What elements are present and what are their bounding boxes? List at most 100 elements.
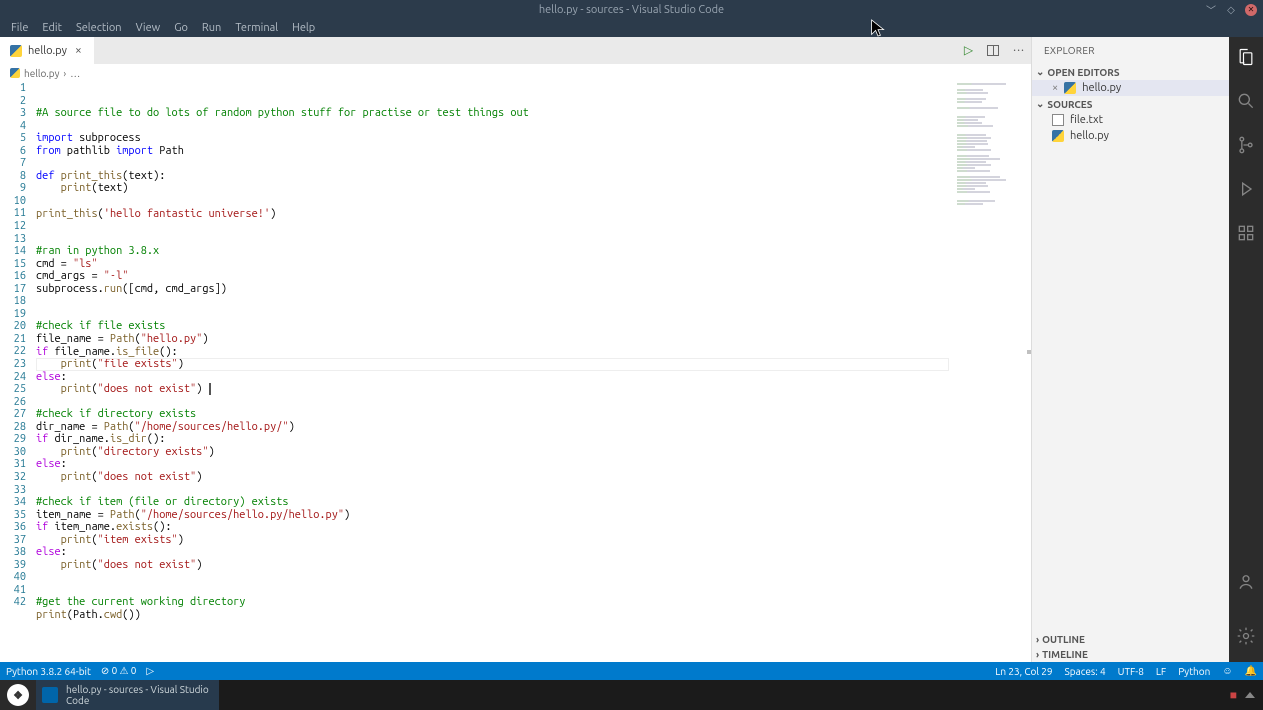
file-item-hello-py[interactable]: hello.py: [1032, 128, 1229, 144]
tray-expand-icon[interactable]: [1245, 692, 1255, 698]
code-line-37[interactable]: print("does not exist"): [36, 559, 1031, 572]
code-line-38[interactable]: [36, 571, 1031, 584]
breadcrumb-file: hello.py: [24, 68, 59, 79]
python-file-icon: [10, 68, 20, 78]
menu-help[interactable]: Help: [285, 20, 322, 36]
tab-hello-py[interactable]: hello.py ×: [0, 37, 94, 64]
open-editor-hello-py[interactable]: × hello.py: [1032, 80, 1229, 96]
code-line-28[interactable]: print("directory exists"): [36, 446, 1031, 459]
code-line-4[interactable]: from pathlib import Path: [36, 145, 1031, 158]
start-button[interactable]: ❖: [0, 680, 36, 710]
code-line-13[interactable]: cmd = "ls": [36, 258, 1031, 271]
status-position[interactable]: Ln 23, Col 29: [995, 666, 1052, 677]
code-line-5[interactable]: [36, 157, 1031, 170]
python-file-icon: [1052, 130, 1064, 142]
menu-selection[interactable]: Selection: [69, 20, 129, 36]
code-line-18[interactable]: #check if file exists: [36, 320, 1031, 333]
start-icon: ❖: [7, 684, 29, 706]
status-eol[interactable]: LF: [1156, 666, 1166, 677]
code-line-27[interactable]: if dir_name.is_dir():: [36, 433, 1031, 446]
settings-activity-icon[interactable]: [1236, 626, 1256, 650]
code-line-41[interactable]: print(Path.cwd()): [36, 609, 1031, 622]
code-line-10[interactable]: [36, 220, 1031, 233]
taskbar-vscode[interactable]: hello.py - sources - Visual Studio Code: [36, 680, 219, 710]
sources-section[interactable]: ⌄ SOURCES: [1032, 96, 1229, 112]
code-line-14[interactable]: cmd_args = "-l": [36, 270, 1031, 283]
code-line-25[interactable]: #check if directory exists: [36, 408, 1031, 421]
editor-more-icon[interactable]: ···: [1013, 44, 1025, 57]
close-editor-icon[interactable]: ×: [1052, 82, 1058, 94]
code-line-22[interactable]: else:: [36, 371, 1031, 384]
status-spaces[interactable]: Spaces: 4: [1065, 666, 1106, 677]
menu-view[interactable]: View: [129, 20, 168, 36]
status-encoding[interactable]: UTF-8: [1118, 666, 1144, 677]
outline-section[interactable]: › OUTLINE: [1032, 632, 1229, 647]
file-item-file-txt[interactable]: file.txt: [1032, 112, 1229, 128]
menu-edit[interactable]: Edit: [35, 20, 69, 36]
open-editors-section[interactable]: ⌄ OPEN EDITORS: [1032, 64, 1229, 80]
code-line-31[interactable]: [36, 484, 1031, 497]
extensions-activity-icon[interactable]: [1236, 223, 1256, 247]
tray-recorder-icon[interactable]: ■: [1230, 688, 1237, 702]
code-line-42[interactable]: [36, 622, 1031, 635]
file-label: file.txt: [1070, 114, 1103, 126]
code-line-6[interactable]: def print_this(text):: [36, 170, 1031, 183]
close-button[interactable]: ✕: [1245, 4, 1257, 16]
run-icon[interactable]: ▷: [964, 43, 973, 57]
status-notification-icon[interactable]: 🔔: [1245, 665, 1257, 677]
code-line-29[interactable]: else:: [36, 458, 1031, 471]
code-line-34[interactable]: if item_name.exists():: [36, 521, 1031, 534]
code-line-40[interactable]: #get the current working directory: [36, 596, 1031, 609]
code-line-23[interactable]: print("does not exist"): [36, 383, 1031, 396]
code-line-21[interactable]: print("file exists"): [36, 358, 1031, 371]
menu-run[interactable]: Run: [195, 20, 228, 36]
maximize-button[interactable]: ◇: [1225, 4, 1237, 16]
minimap[interactable]: [955, 82, 1025, 662]
code-line-20[interactable]: if file_name.is_file():: [36, 346, 1031, 359]
code-line-1[interactable]: #A source file to do lots of random pyth…: [36, 107, 1031, 120]
status-language[interactable]: Python: [1178, 666, 1210, 677]
code-line-32[interactable]: #check if item (file or directory) exist…: [36, 496, 1031, 509]
code-line-33[interactable]: item_name = Path("/home/sources/hello.py…: [36, 509, 1031, 522]
code-line-35[interactable]: print("item exists"): [36, 534, 1031, 547]
code-line-24[interactable]: [36, 396, 1031, 409]
status-feedback[interactable]: ☺: [1222, 665, 1232, 677]
activity-bar: [1229, 37, 1263, 662]
code-line-11[interactable]: [36, 233, 1031, 246]
status-problems[interactable]: ⊘ 0 ⚠ 0: [101, 665, 137, 677]
search-activity-icon[interactable]: [1236, 91, 1256, 115]
code-line-30[interactable]: print("does not exist"): [36, 471, 1031, 484]
source-control-activity-icon[interactable]: [1236, 135, 1256, 159]
code-line-8[interactable]: [36, 195, 1031, 208]
code-line-2[interactable]: [36, 120, 1031, 133]
menu-terminal[interactable]: Terminal: [228, 20, 285, 36]
timeline-section[interactable]: › TIMELINE: [1032, 647, 1229, 662]
code-line-36[interactable]: else:: [36, 546, 1031, 559]
system-tray: ■: [1230, 680, 1263, 710]
code-line-12[interactable]: #ran in python 3.8.x: [36, 245, 1031, 258]
minimize-button[interactable]: ﹀: [1205, 4, 1217, 16]
split-editor-icon[interactable]: [987, 45, 999, 56]
code-line-26[interactable]: dir_name = Path("/home/sources/hello.py/…: [36, 421, 1031, 434]
code-line-16[interactable]: [36, 295, 1031, 308]
code-line-15[interactable]: subprocess.run([cmd, cmd_args]): [36, 283, 1031, 296]
status-run-icon[interactable]: ▷: [146, 665, 154, 677]
code-line-19[interactable]: file_name = Path("hello.py"): [36, 333, 1031, 346]
status-python[interactable]: Python 3.8.2 64-bit: [6, 666, 91, 677]
tab-close-button[interactable]: ×: [73, 44, 84, 57]
code-content[interactable]: #A source file to do lots of random pyth…: [36, 82, 1031, 662]
chevron-down-icon: ⌄: [1036, 66, 1044, 78]
code-line-9[interactable]: print_this('hello fantastic universe!'): [36, 208, 1031, 221]
text-file-icon: [1052, 114, 1064, 126]
menu-file[interactable]: File: [4, 20, 35, 36]
code-line-17[interactable]: [36, 308, 1031, 321]
run-debug-activity-icon[interactable]: [1236, 179, 1256, 203]
explorer-activity-icon[interactable]: [1236, 47, 1256, 71]
code-line-3[interactable]: import subprocess: [36, 132, 1031, 145]
accounts-activity-icon[interactable]: [1236, 572, 1256, 596]
breadcrumb[interactable]: hello.py › …: [0, 64, 1031, 82]
menu-go[interactable]: Go: [167, 20, 195, 36]
editor-body[interactable]: 1234567891011121314151617181920212223242…: [0, 82, 1031, 662]
code-line-39[interactable]: [36, 584, 1031, 597]
code-line-7[interactable]: print(text): [36, 182, 1031, 195]
